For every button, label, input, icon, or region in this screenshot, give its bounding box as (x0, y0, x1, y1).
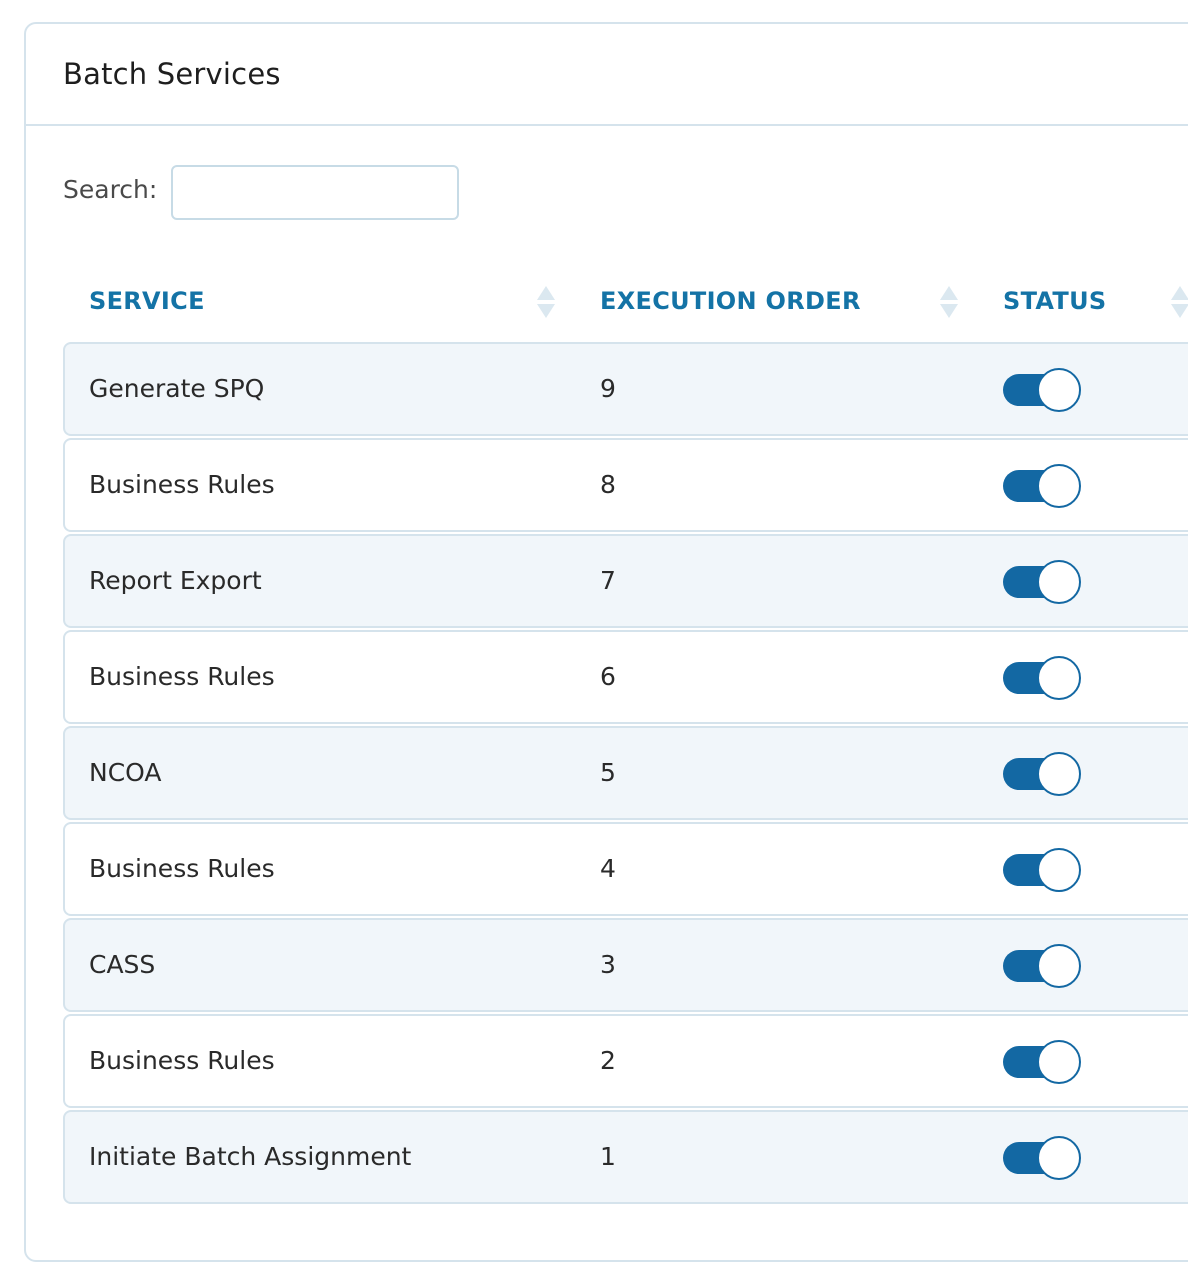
status-toggle[interactable] (1003, 656, 1081, 700)
service-cell: Business Rules (89, 470, 275, 499)
table-row: NCOA 5 (63, 726, 1188, 820)
service-cell: Initiate Batch Assignment (89, 1142, 412, 1171)
table-row: CASS 3 (63, 918, 1188, 1012)
search-label: Search: (63, 175, 158, 204)
execution-order-cell: 8 (600, 470, 616, 499)
execution-order-cell: 5 (600, 758, 616, 787)
status-toggle[interactable] (1003, 560, 1081, 604)
service-cell: Report Export (89, 566, 262, 595)
table-body: Generate SPQ 9 Business Rules 8 Report E… (63, 342, 1188, 1206)
execution-order-cell: 2 (600, 1046, 616, 1075)
sort-icon[interactable] (940, 286, 958, 320)
service-cell: Business Rules (89, 1046, 275, 1075)
status-toggle[interactable] (1003, 752, 1081, 796)
service-cell: NCOA (89, 758, 162, 787)
batch-services-card: Batch Services Search: SERVICE EXECUTION… (24, 22, 1188, 1262)
status-toggle[interactable] (1003, 368, 1081, 412)
execution-order-cell: 4 (600, 854, 616, 883)
status-toggle[interactable] (1003, 1040, 1081, 1084)
table-row: Business Rules 2 (63, 1014, 1188, 1108)
service-cell: Business Rules (89, 854, 275, 883)
sort-icon[interactable] (1171, 286, 1188, 320)
column-header-execution-order[interactable]: EXECUTION ORDER (600, 287, 861, 315)
execution-order-cell: 6 (600, 662, 616, 691)
status-toggle[interactable] (1003, 944, 1081, 988)
service-cell: Business Rules (89, 662, 275, 691)
execution-order-cell: 9 (600, 374, 616, 403)
execution-order-cell: 1 (600, 1142, 616, 1171)
execution-order-cell: 3 (600, 950, 616, 979)
column-header-service[interactable]: SERVICE (89, 287, 205, 315)
search-input[interactable] (171, 165, 459, 220)
table-row: Business Rules 8 (63, 438, 1188, 532)
status-toggle[interactable] (1003, 1136, 1081, 1180)
execution-order-cell: 7 (600, 566, 616, 595)
table-row: Generate SPQ 9 (63, 342, 1188, 436)
service-cell: CASS (89, 950, 156, 979)
table-row: Report Export 7 (63, 534, 1188, 628)
column-header-status[interactable]: STATUS (1003, 287, 1106, 315)
table-row: Business Rules 4 (63, 822, 1188, 916)
table-row: Business Rules 6 (63, 630, 1188, 724)
table-row: Initiate Batch Assignment 1 (63, 1110, 1188, 1204)
service-cell: Generate SPQ (89, 374, 265, 403)
card-header: Batch Services (26, 24, 1188, 126)
sort-icon[interactable] (537, 286, 555, 320)
status-toggle[interactable] (1003, 464, 1081, 508)
status-toggle[interactable] (1003, 848, 1081, 892)
card-title: Batch Services (63, 57, 281, 91)
